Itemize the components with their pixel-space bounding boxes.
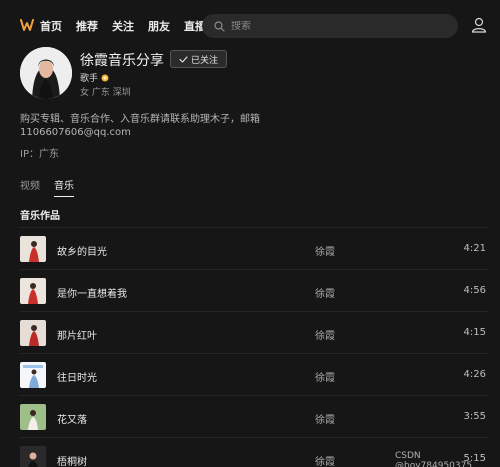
song-title[interactable]: 往日时光 <box>57 369 97 384</box>
role-line: 歌手 <box>80 71 109 84</box>
song-title[interactable]: 那片红叶 <box>57 327 97 342</box>
search-icon <box>214 20 225 32</box>
song-duration: 4:56 <box>463 285 486 296</box>
tab-music[interactable]: 音乐 <box>54 177 74 197</box>
album-cover <box>20 446 46 467</box>
profile-name: 徐霞音乐分享 <box>80 53 164 69</box>
album-cover <box>20 320 46 346</box>
song-row[interactable]: 故乡的目光 徐霞 4:21 <box>20 227 488 269</box>
tab-videos[interactable]: 视频 <box>20 177 40 197</box>
song-title[interactable]: 花又落 <box>57 411 87 426</box>
verified-badge-icon <box>101 74 109 81</box>
main-nav: 首页 推荐 关注 朋友 直播 <box>40 18 206 34</box>
nav-item-recommend[interactable]: 推荐 <box>76 18 98 34</box>
album-cover <box>20 278 46 304</box>
song-artist[interactable]: 徐霞 <box>315 369 335 384</box>
song-artist[interactable]: 徐霞 <box>315 285 335 300</box>
song-title[interactable]: 是你一直想着我 <box>57 285 127 300</box>
app-logo-icon[interactable] <box>20 18 34 32</box>
song-artist[interactable]: 徐霞 <box>315 327 335 342</box>
song-duration: 4:15 <box>463 327 486 338</box>
checkmark-icon <box>179 55 188 63</box>
song-row[interactable]: 是你一直想着我 徐霞 4:56 <box>20 269 488 311</box>
song-title[interactable]: 故乡的目光 <box>57 243 107 258</box>
ip-location: IP：广东 <box>20 149 59 160</box>
profile-bio: 购买专辑、音乐合作、入音乐群请联系助理木子，邮箱1106607606@qq.co… <box>20 114 260 138</box>
song-duration: 4:26 <box>463 369 486 380</box>
song-row[interactable]: 往日时光 徐霞 4:26 <box>20 353 488 395</box>
nav-item-home[interactable]: 首页 <box>40 18 62 34</box>
song-row[interactable]: 那片红叶 徐霞 4:15 <box>20 311 488 353</box>
song-list: 故乡的目光 徐霞 4:21 是你一直想着我 徐霞 4:56 那片红叶 徐霞 4:… <box>20 227 488 467</box>
song-artist[interactable]: 徐霞 <box>315 243 335 258</box>
album-cover <box>20 404 46 430</box>
song-artist[interactable]: 徐霞 <box>315 411 335 426</box>
album-cover <box>20 236 46 262</box>
nav-item-friends[interactable]: 朋友 <box>148 18 170 34</box>
song-row[interactable]: 花又落 徐霞 3:55 <box>20 395 488 437</box>
top-bar: 首页 推荐 关注 朋友 直播 <box>0 0 500 50</box>
location-info: 女 广东 深圳 <box>80 88 131 98</box>
watermark: CSDN @boy784950375 <box>395 451 473 467</box>
search-input[interactable] <box>231 20 431 32</box>
song-title[interactable]: 梧桐树 <box>57 453 87 467</box>
follow-button-label: 已关注 <box>191 55 219 66</box>
content-tabs: 视频 音乐 <box>20 177 74 197</box>
song-artist[interactable]: 徐霞 <box>315 453 335 467</box>
album-cover <box>20 362 46 388</box>
user-icon[interactable] <box>471 17 487 33</box>
avatar <box>20 47 72 99</box>
nav-item-following[interactable]: 关注 <box>112 18 134 34</box>
follow-button[interactable]: 已关注 <box>170 50 228 68</box>
search-box[interactable] <box>202 14 458 38</box>
song-duration: 4:21 <box>463 243 486 254</box>
role-label: 歌手 <box>80 74 99 84</box>
song-duration: 3:55 <box>463 411 486 422</box>
section-title: 音乐作品 <box>20 211 60 222</box>
